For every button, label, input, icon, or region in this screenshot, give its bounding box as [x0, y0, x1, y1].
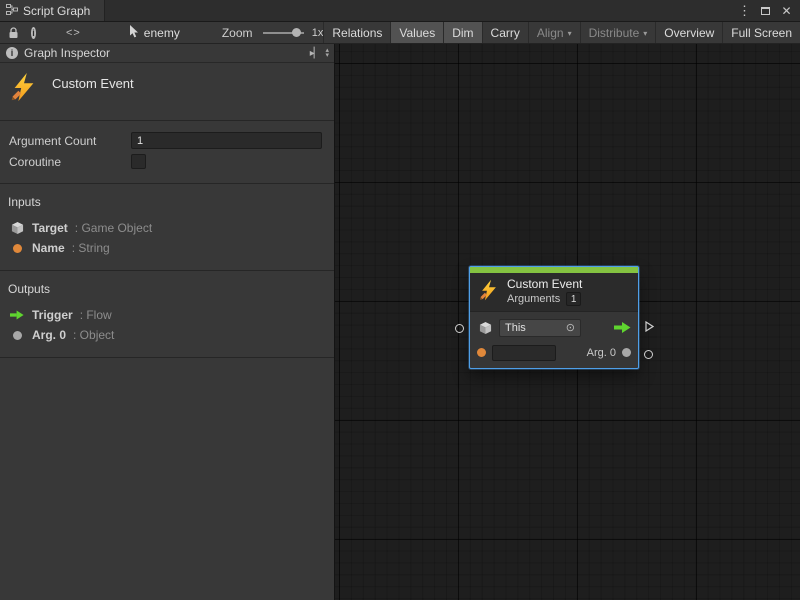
pane-scroll-icons[interactable]: ▴ ▾ — [325, 48, 331, 58]
graph-toolbar: i <> enemy Zoom 1x Relations Values Dim … — [0, 22, 800, 44]
zoom-label: Zoom — [222, 26, 253, 40]
game-object-icon — [9, 221, 25, 235]
inputs-section: Inputs Target : Game Object Name : Strin… — [0, 184, 334, 271]
port-type: : String — [72, 241, 110, 255]
port-row: Trigger : Flow — [0, 305, 334, 325]
inspector-header: i Graph Inspector ▸▏ ▴ ▾ — [0, 44, 334, 63]
button-label: Dim — [452, 26, 473, 40]
overview-button[interactable]: Overview — [655, 22, 722, 43]
arg0-output-port[interactable] — [644, 350, 653, 359]
button-label: Carry — [491, 26, 520, 40]
port-type: : Game Object — [75, 221, 152, 235]
node-header[interactable]: Custom Event Arguments 1 — [470, 273, 638, 312]
trigger-flow-icon[interactable] — [614, 322, 631, 333]
window-controls: ⋮ ✕ — [737, 0, 800, 21]
argument-count-label: Argument Count — [9, 134, 131, 148]
port-row: Arg. 0 : Object — [0, 325, 334, 345]
lock-icon[interactable] — [8, 27, 19, 39]
zoom-slider[interactable] — [263, 28, 304, 38]
code-icon[interactable]: <> — [66, 27, 81, 39]
game-object-icon — [477, 321, 493, 335]
trigger-output-port[interactable] — [645, 321, 654, 332]
button-label: Full Screen — [731, 26, 792, 40]
graph-icon — [6, 4, 18, 18]
port-name: Target — [32, 221, 68, 235]
node-title: Custom Event — [507, 277, 582, 291]
chevron-down-icon[interactable]: ▾ — [325, 53, 329, 58]
coroutine-label: Coroutine — [9, 155, 131, 169]
zoom-value: 1x — [312, 27, 324, 39]
tab-label: Script Graph — [23, 4, 90, 18]
button-label: Overview — [664, 26, 714, 40]
target-dropdown[interactable]: This ⊙ — [499, 319, 581, 337]
event-fields: Argument Count Coroutine — [0, 121, 334, 184]
button-label: Align — [537, 26, 564, 40]
button-label: Relations — [332, 26, 382, 40]
custom-event-node[interactable]: Custom Event Arguments 1 This — [469, 266, 639, 369]
menu-icon[interactable]: ⋮ — [737, 3, 752, 19]
maximize-icon[interactable] — [758, 3, 773, 19]
zoom-slider-knob[interactable] — [292, 28, 301, 37]
values-button[interactable]: Values — [390, 22, 443, 43]
target-input-port[interactable] — [455, 324, 464, 333]
flow-arrow-icon — [9, 310, 25, 320]
outputs-heading: Outputs — [0, 279, 334, 305]
button-label: Values — [399, 26, 435, 40]
toolbar-buttons: Relations Values Dim Carry Align ▾ Distri… — [323, 22, 800, 43]
chevron-down-icon: ▾ — [643, 29, 647, 38]
inspector-title: Graph Inspector — [24, 46, 110, 60]
inspector-empty-area — [0, 358, 334, 600]
port-name: Trigger — [32, 308, 73, 322]
argument-count-input[interactable] — [131, 132, 322, 149]
dock-icon[interactable]: ▸▏ — [310, 48, 321, 59]
tab-script-graph[interactable]: Script Graph — [0, 0, 105, 21]
arg0-label: Arg. 0 — [587, 347, 616, 359]
chevron-down-icon: ▾ — [568, 29, 572, 38]
event-title: Custom Event — [52, 76, 134, 91]
node-arguments-value[interactable]: 1 — [566, 292, 581, 306]
titlebar: Script Graph ⋮ ✕ — [0, 0, 800, 22]
target-row: This ⊙ — [477, 318, 631, 337]
info-icon[interactable]: i — [31, 27, 36, 39]
inputs-heading: Inputs — [0, 192, 334, 218]
object-port-icon — [9, 331, 25, 340]
info-icon: i — [6, 47, 18, 59]
port-name: Name — [32, 241, 65, 255]
port-name: Arg. 0 — [32, 328, 66, 342]
coroutine-checkbox[interactable] — [131, 154, 146, 169]
graph-breadcrumb[interactable]: enemy — [129, 25, 180, 41]
name-input-port[interactable] — [477, 348, 486, 357]
custom-event-icon — [9, 72, 39, 105]
target-value: This — [505, 322, 566, 334]
event-summary: Custom Event — [0, 63, 334, 121]
relations-button[interactable]: Relations — [323, 22, 390, 43]
port-row: Name : String — [0, 238, 334, 258]
graph-canvas[interactable]: Custom Event Arguments 1 This — [335, 44, 800, 600]
arg0-port[interactable] — [622, 348, 631, 357]
event-name-input[interactable] — [492, 345, 556, 361]
name-row: Arg. 0 — [477, 343, 631, 362]
full-screen-button[interactable]: Full Screen — [722, 22, 800, 43]
node-arguments-label: Arguments — [507, 293, 560, 305]
pointer-icon — [129, 25, 139, 41]
dim-button[interactable]: Dim — [443, 22, 481, 43]
graph-name: enemy — [144, 26, 180, 40]
script-graph-window: Script Graph ⋮ ✕ i <> enemy Zoom 1x Rela… — [0, 0, 800, 600]
custom-event-icon — [478, 279, 500, 304]
distribute-button[interactable]: Distribute▾ — [580, 22, 656, 43]
outputs-section: Outputs Trigger : Flow Arg. 0 : Object — [0, 271, 334, 358]
graph-inspector-panel: i Graph Inspector ▸▏ ▴ ▾ — [0, 44, 335, 600]
node-body: This ⊙ Arg. 0 — [470, 312, 638, 368]
button-label: Distribute — [589, 26, 640, 40]
object-picker-icon[interactable]: ⊙ — [566, 321, 575, 334]
carry-button[interactable]: Carry — [482, 22, 528, 43]
port-row: Target : Game Object — [0, 218, 334, 238]
string-port-icon — [9, 244, 25, 253]
close-icon[interactable]: ✕ — [779, 3, 794, 19]
port-type: : Flow — [80, 308, 112, 322]
port-type: : Object — [73, 328, 114, 342]
align-button[interactable]: Align ▾ — [528, 22, 580, 43]
